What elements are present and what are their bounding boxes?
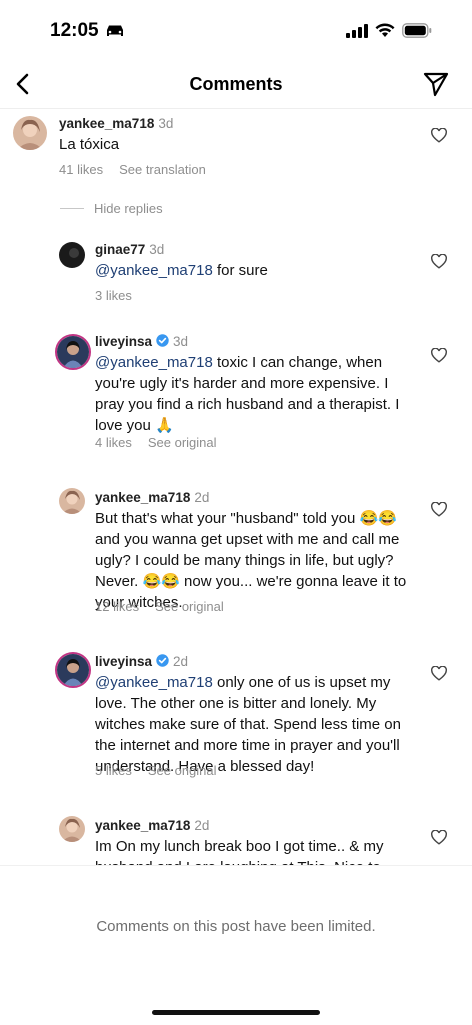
cellular-signal-icon	[346, 23, 368, 38]
verified-badge-icon	[156, 334, 169, 347]
see-original-link[interactable]: See original	[155, 599, 224, 614]
comment-header: yankee_ma718 2d	[95, 818, 209, 833]
likes-count[interactable]: 12 likes	[95, 599, 139, 614]
heart-icon[interactable]	[431, 348, 447, 363]
comments-list: yankee_ma718 3d La tóxica 41 likes See tra…	[0, 108, 472, 865]
comment-header: ginae77 3d	[95, 242, 164, 257]
comment-text: La tóxica	[59, 136, 120, 153]
comment-text: @yankee_ma718 for sure	[95, 262, 268, 279]
comment-text: @yankee_ma718 toxic I can change, when y…	[95, 354, 400, 434]
username[interactable]: yankee_ma718	[95, 818, 190, 833]
comment-meta: 5 likes See original	[95, 763, 217, 778]
comment-time: 3d	[149, 242, 165, 257]
avatar[interactable]	[55, 652, 91, 688]
comment-header: liveyinsa 2d	[95, 654, 188, 669]
comment-meta: 3 likes	[95, 288, 132, 303]
comment-item: liveyinsa 3d @yankee_ma718 toxic I can ch…	[0, 328, 472, 458]
status-bar: 12:05	[0, 0, 472, 60]
comment-time: 2d	[173, 654, 189, 669]
comment-header: yankee_ma718 2d	[95, 490, 209, 505]
comment-item: yankee_ma718 3d La tóxica 41 likes See tra…	[0, 108, 472, 188]
hide-replies-toggle[interactable]: Hide replies	[60, 201, 163, 216]
comment-item: yankee_ma718 2d Im On my lunch break boo …	[0, 810, 472, 865]
heart-icon[interactable]	[431, 254, 447, 269]
divider	[60, 208, 84, 209]
comments-limited-footer: Comments on this post have been limited.	[0, 865, 472, 1025]
comment-time: 2d	[194, 490, 210, 505]
username[interactable]: ginae77	[95, 242, 145, 257]
mention-link[interactable]: @yankee_ma718	[95, 674, 213, 691]
hide-replies-label: Hide replies	[94, 201, 163, 216]
comment-time: 3d	[173, 334, 189, 349]
avatar[interactable]	[59, 488, 85, 514]
see-translation-link[interactable]: See translation	[119, 162, 206, 177]
heart-icon[interactable]	[431, 502, 447, 517]
comments-limited-notice: Comments on this post have been limited.	[96, 918, 376, 935]
status-time: 12:05	[50, 20, 99, 41]
comment-text: But that's what your "husband" told you …	[95, 510, 407, 611]
page-title: Comments	[189, 74, 283, 94]
home-indicator[interactable]	[152, 1010, 320, 1015]
heart-icon[interactable]	[431, 666, 447, 681]
heart-icon[interactable]	[431, 128, 447, 143]
see-original-link[interactable]: See original	[148, 763, 217, 778]
username[interactable]: liveyinsa	[95, 654, 152, 669]
see-original-link[interactable]: See original	[148, 435, 217, 450]
car-icon	[107, 25, 123, 36]
avatar[interactable]	[55, 334, 91, 370]
comment-text: @yankee_ma718 only one of us is upset my…	[95, 674, 401, 775]
comment-time: 3d	[158, 116, 174, 131]
avatar[interactable]	[59, 242, 85, 268]
username[interactable]: yankee_ma718	[59, 116, 154, 131]
likes-count[interactable]: 5 likes	[95, 763, 132, 778]
comment-time: 2d	[194, 818, 210, 833]
username[interactable]: yankee_ma718	[95, 490, 190, 505]
username[interactable]: liveyinsa	[95, 334, 152, 349]
comment-meta: 4 likes See original	[95, 435, 217, 450]
likes-count[interactable]: 4 likes	[95, 435, 132, 450]
likes-count[interactable]: 41 likes	[59, 162, 103, 177]
avatar[interactable]	[59, 816, 85, 842]
comment-meta: 12 likes See original	[95, 599, 224, 614]
comment-item: ginae77 3d @yankee_ma718 for sure 3 likes	[0, 234, 472, 304]
comment-meta: 41 likes See translation	[59, 162, 206, 177]
avatar[interactable]	[13, 116, 47, 150]
comment-header: yankee_ma718 3d	[59, 116, 173, 131]
verified-badge-icon	[156, 654, 169, 667]
comment-text: Im On my lunch break boo I got time.. & …	[95, 838, 384, 865]
battery-icon	[402, 23, 432, 38]
mention-link[interactable]: @yankee_ma718	[95, 262, 213, 279]
mention-link[interactable]: @yankee_ma718	[95, 354, 213, 371]
nav-bar: Comments	[0, 60, 472, 109]
comment-item: liveyinsa 2d @yankee_ma718 only one of us…	[0, 646, 472, 786]
wifi-icon	[375, 23, 395, 37]
heart-icon[interactable]	[431, 830, 447, 845]
likes-count[interactable]: 3 likes	[95, 288, 132, 303]
send-icon[interactable]	[422, 70, 450, 98]
comment-item: yankee_ma718 2d But that's what your "hus…	[0, 482, 472, 622]
comment-header: liveyinsa 3d	[95, 334, 188, 349]
